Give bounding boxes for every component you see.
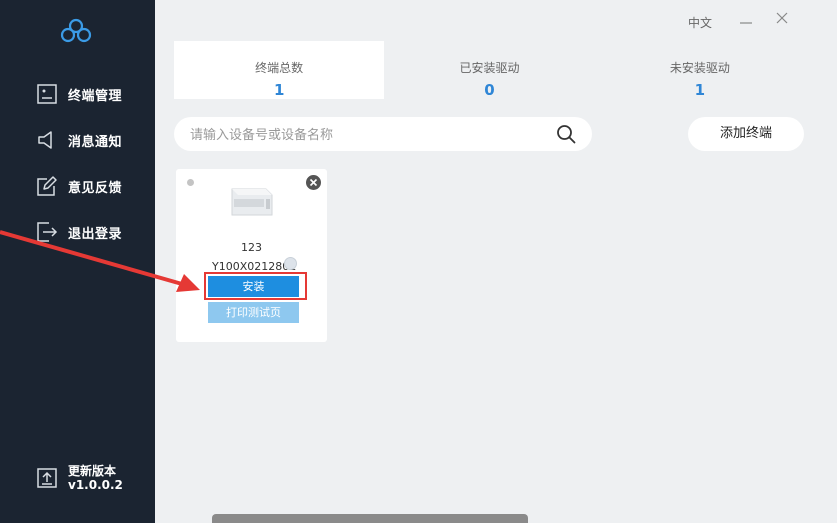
print-test-page-button[interactable]: 打印测试页 xyxy=(208,302,299,323)
speaker-icon xyxy=(38,131,52,149)
stat-label: 未安装驱动 xyxy=(669,61,730,75)
taskbar-strip xyxy=(212,514,528,523)
sidebar-item-label: 退出登录 xyxy=(68,226,123,242)
upload-icon xyxy=(37,468,57,488)
search-input[interactable] xyxy=(188,117,552,153)
sidebar-item-terminal[interactable]: 终端管理 xyxy=(36,82,122,106)
stat-value: 1 xyxy=(273,81,285,99)
feedback-icon xyxy=(37,176,57,196)
tab-installed-drivers[interactable]: 已安装驱动 0 xyxy=(384,41,594,99)
remove-device-icon[interactable] xyxy=(306,175,321,190)
terminal-icon xyxy=(37,84,57,104)
device-name: 123 xyxy=(241,241,262,254)
sidebar-item-label: 意见反馈 xyxy=(68,180,123,196)
status-dot xyxy=(187,179,194,186)
language-switch[interactable]: 中文 xyxy=(688,14,712,31)
sidebar-item-feedback[interactable]: 意见反馈 xyxy=(36,174,122,198)
close-window-button[interactable] xyxy=(774,10,790,26)
printer-icon xyxy=(231,188,273,216)
stat-label: 已安装驱动 xyxy=(459,61,520,75)
update-version-button[interactable]: 更新版本 v1.0.0.2 xyxy=(36,464,123,492)
logout-icon xyxy=(37,222,58,242)
install-button[interactable]: 安装 xyxy=(208,276,299,297)
stat-value: 0 xyxy=(484,81,495,99)
sidebar-item-logout[interactable]: 退出登录 xyxy=(36,220,122,244)
sidebar-item-label: 终端管理 xyxy=(68,88,123,104)
close-icon xyxy=(776,12,788,24)
device-card: 123 Y100X0212801 安装 打印测试页 xyxy=(176,169,327,342)
stat-label: 终端总数 xyxy=(255,61,304,75)
info-circle-icon xyxy=(284,257,297,270)
search-box xyxy=(174,117,592,153)
minimize-icon xyxy=(740,22,752,24)
sidebar-item-label: 消息通知 xyxy=(68,134,123,150)
sidebar-item-notifications[interactable]: 消息通知 xyxy=(36,128,122,152)
add-terminal-button[interactable]: 添加终端 xyxy=(688,117,804,151)
minimize-button[interactable] xyxy=(738,10,754,26)
tab-total-terminals[interactable]: 终端总数 1 xyxy=(174,41,385,99)
sidebar: 终端管理 消息通知 意见反馈 退出登录 更新版本 v1.0.0.2 xyxy=(0,0,155,523)
update-label: 更新版本 xyxy=(68,464,117,478)
version-text: v1.0.0.2 xyxy=(68,478,123,492)
search-icon[interactable] xyxy=(556,124,576,144)
main-content: 中文 终端总数 1 已安装驱动 0 未安装驱动 1 添加终端 xyxy=(155,0,837,523)
tab-uninstalled-drivers[interactable]: 未安装驱动 1 xyxy=(595,41,805,99)
cloud-link-icon xyxy=(60,18,92,43)
stats-bar: 终端总数 1 已安装驱动 0 未安装驱动 1 xyxy=(174,41,805,99)
stat-value: 1 xyxy=(694,81,706,99)
